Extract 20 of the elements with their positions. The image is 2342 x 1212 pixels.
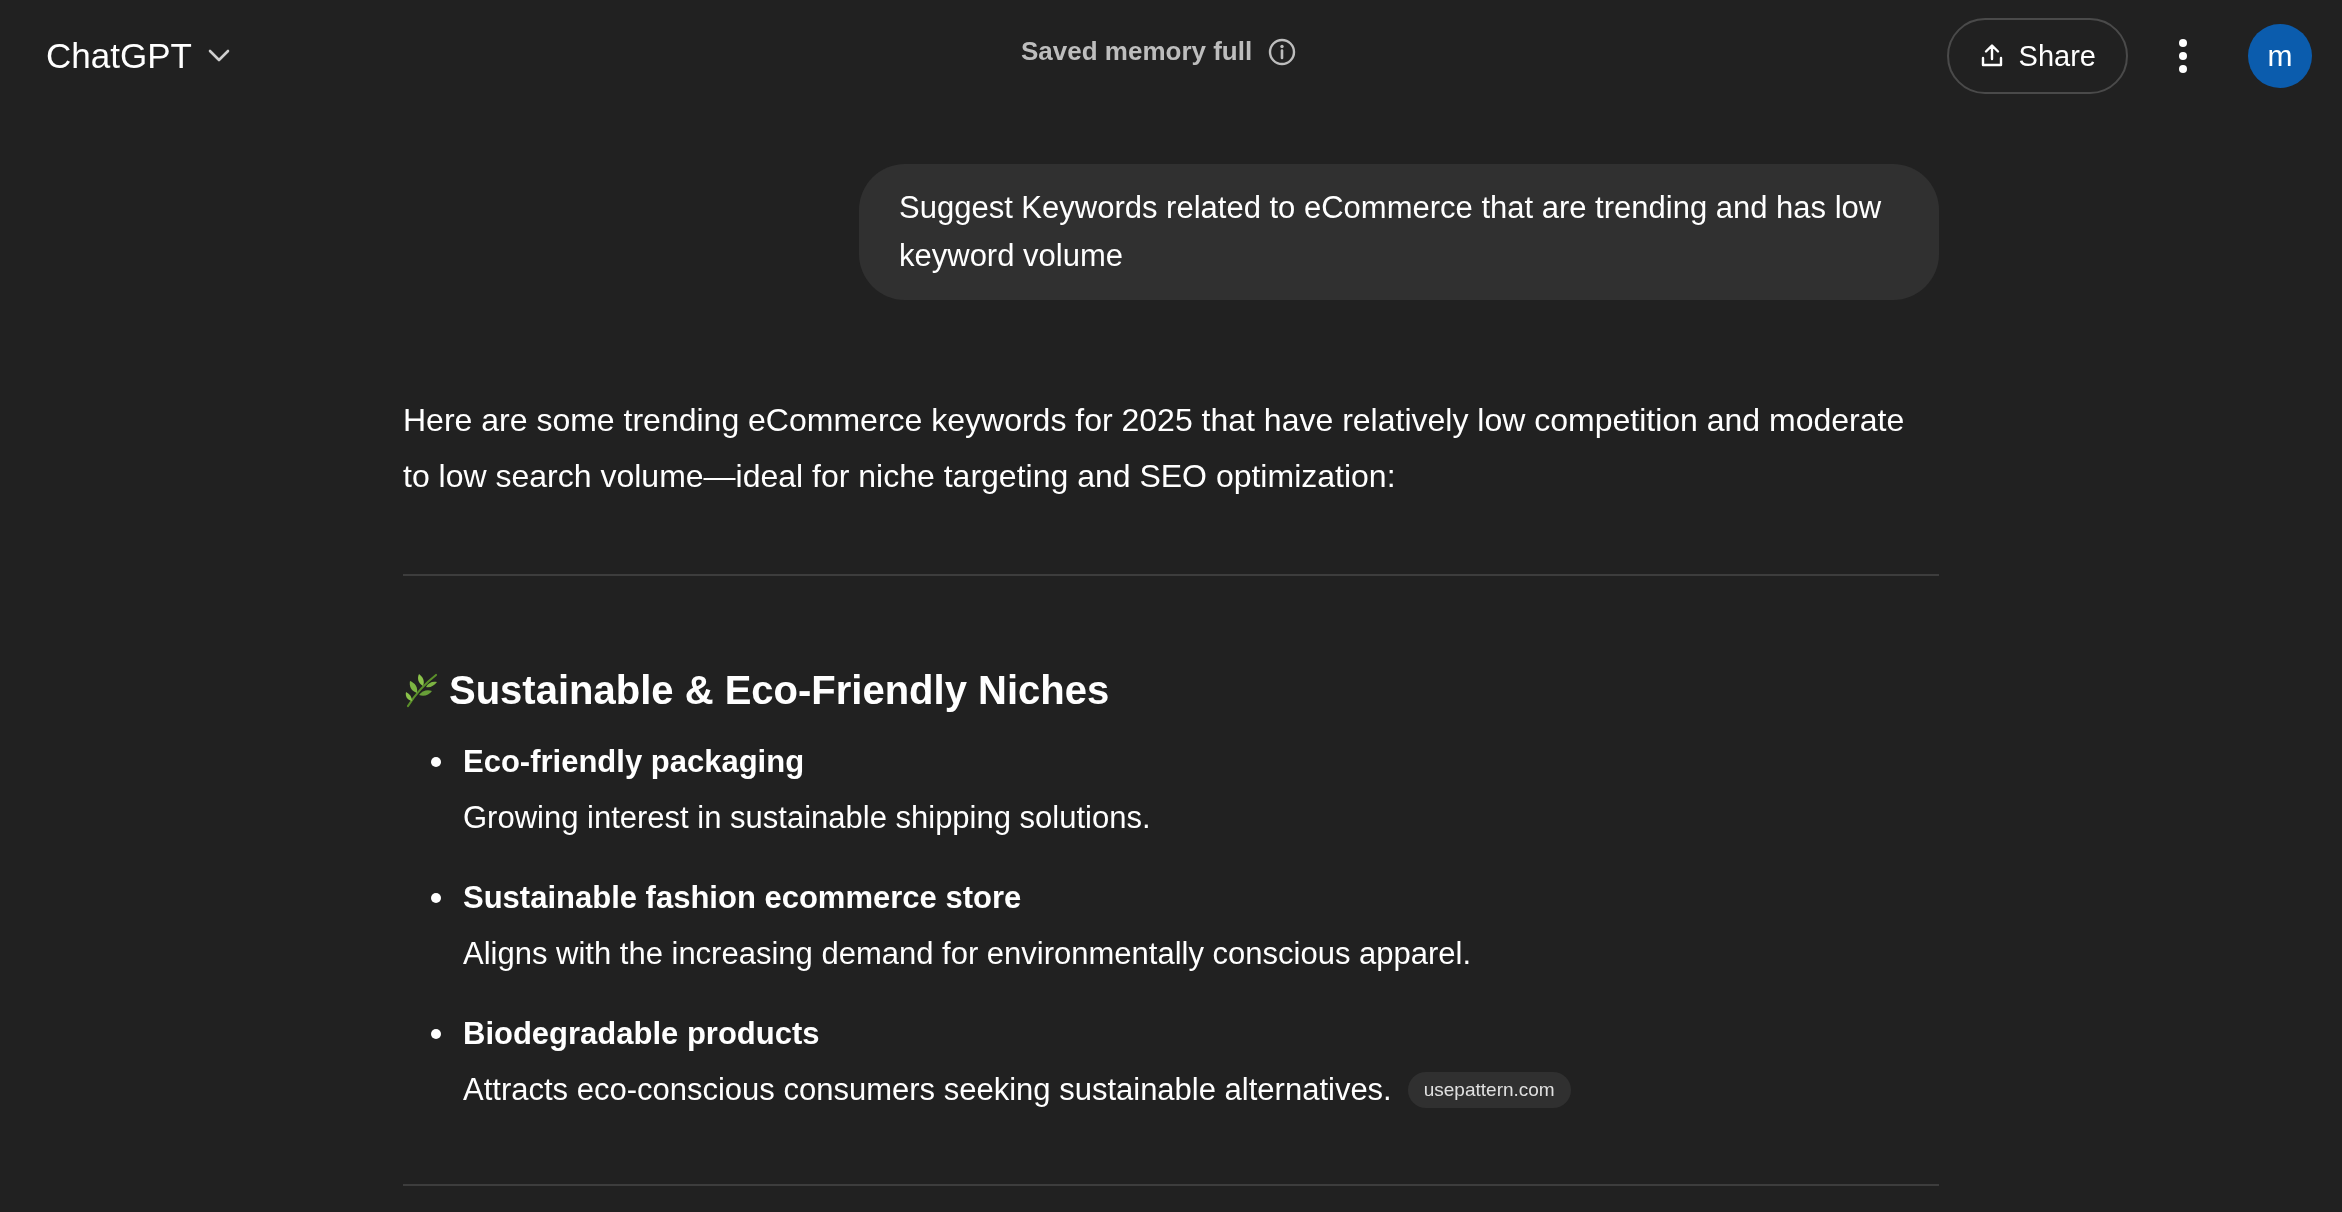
source-citation[interactable]: usepattern.com — [1407, 1072, 1571, 1108]
chevron-down-icon[interactable] — [207, 49, 230, 63]
share-button[interactable]: Share — [1946, 18, 2128, 94]
memory-status: Saved memory full — [1021, 36, 1253, 67]
keyword-title: Biodegradable products — [463, 1015, 821, 1053]
bullet-icon — [431, 893, 441, 903]
response-paragraph: Here are some trending eCommerce keywords for 2025 that have relatively low competition and moderate to low search volume—ideal for niche targeting and SEO optimization: — [403, 401, 1906, 496]
keyword-title: Sustainable fashion ecommerce store — [463, 879, 1023, 917]
app-title[interactable]: ChatGPT — [46, 36, 192, 76]
user-message: Suggest Keywords related to eCommerce that are trending and has low keyword volume — [859, 164, 1939, 300]
bullet-icon — [431, 1029, 441, 1039]
section-heading: Sustainable & Eco-Friendly Niches — [449, 667, 1110, 714]
bullet-icon — [431, 757, 441, 767]
keyword-description: Aligns with the increasing demand for environmentally conscious apparel. — [463, 935, 1472, 973]
keyword-description: Attracts eco-conscious consumers seeking sustainable alternatives. — [463, 1071, 1392, 1109]
keyword-description: Growing interest in sustainable shipping solutions. — [463, 799, 1151, 837]
keyword-title: Eco-friendly packaging — [463, 743, 806, 781]
info-icon[interactable] — [1268, 37, 1297, 66]
user-avatar[interactable]: m — [2248, 24, 2312, 88]
more-options-icon[interactable] — [2178, 38, 2188, 74]
